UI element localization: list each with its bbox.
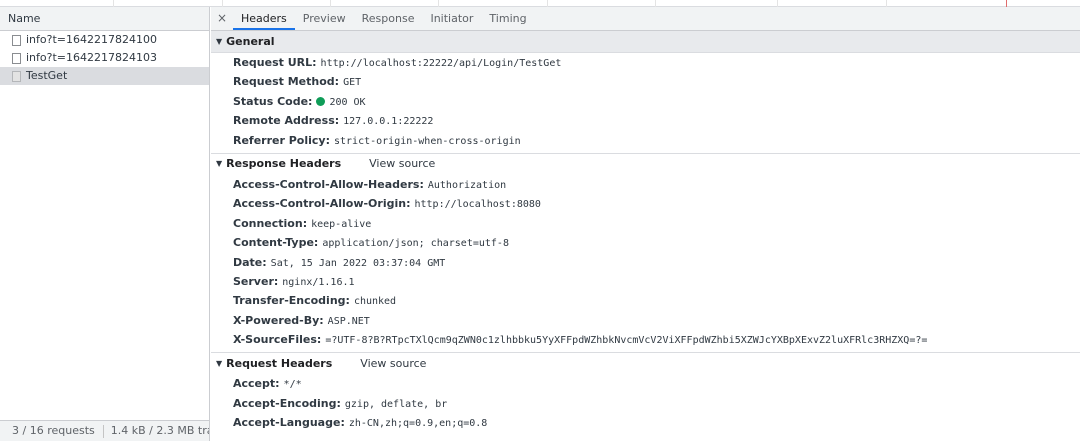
- request-details-pane: × Headers Preview Response Initiator Tim…: [211, 7, 1080, 441]
- header-name: Request URL:: [233, 56, 317, 69]
- header-value: http://localhost:8080: [414, 199, 541, 211]
- header-name: X-SourceFiles:: [233, 333, 322, 347]
- waterfall-strip: [0, 0, 1080, 7]
- header-value: */*: [283, 379, 302, 391]
- header-row: Accept-Encoding: gzip, deflate, br: [211, 394, 1080, 413]
- header-row: Remote Address: 127.0.0.1:22222: [211, 111, 1080, 130]
- triangle-down-icon: ▼: [216, 36, 223, 46]
- header-row: Status Code: 200 OK: [211, 92, 1080, 111]
- status-ok-icon: [316, 96, 326, 106]
- header-name: Content-Type:: [233, 236, 319, 250]
- section-title: Response Headers: [226, 157, 342, 171]
- tab-initiator[interactable]: Initiator: [422, 7, 481, 30]
- header-value: Authorization: [427, 179, 507, 191]
- triangle-down-icon: ▼: [216, 159, 223, 169]
- document-icon: [12, 34, 21, 46]
- request-name: info?t=1642217824103: [26, 51, 157, 64]
- header-value: application/json; charset=utf-8: [322, 238, 509, 250]
- tab-response[interactable]: Response: [354, 7, 423, 30]
- waterfall-gridline: [113, 0, 114, 7]
- header-row: X-SourceFiles: =?UTF-8?B?RTpcTXlQcm9qZWN0…: [211, 330, 1080, 349]
- tab-headers[interactable]: Headers: [233, 7, 295, 30]
- header-name: Connection:: [233, 216, 308, 230]
- header-row: Request Method: GET: [211, 72, 1080, 91]
- header-row: Server: nginx/1.16.1: [211, 272, 1080, 291]
- waterfall-gridline: [777, 0, 778, 7]
- header-name: X-Powered-By:: [233, 313, 324, 327]
- header-row: X-Powered-By: ASP.NET: [211, 311, 1080, 330]
- header-value: GET: [343, 77, 362, 89]
- name-column-header[interactable]: Name: [0, 7, 209, 31]
- request-count: 3 / 16 requests: [12, 424, 95, 437]
- header-value: =?UTF-8?B?RTpcTXlQcm9qZWN0c1zlhbbku5YyXF…: [325, 335, 928, 347]
- header-row: Content-Type: application/json; charset=u…: [211, 233, 1080, 252]
- header-value: 127.0.0.1:22222: [343, 116, 434, 128]
- triangle-down-icon: ▼: [216, 358, 223, 368]
- document-icon: [12, 52, 21, 64]
- header-name: Accept-Encoding:: [233, 396, 341, 410]
- header-name: Request Method:: [233, 75, 340, 89]
- document-icon: [12, 70, 21, 82]
- header-row: Accept: */*: [211, 374, 1080, 393]
- request-name: TestGet: [26, 69, 68, 82]
- tab-preview[interactable]: Preview: [295, 7, 354, 30]
- header-value: 200 OK: [329, 96, 366, 108]
- request-row-selected[interactable]: TestGet: [0, 67, 209, 85]
- waterfall-gridline: [655, 0, 656, 7]
- section-title: Request Headers: [226, 356, 333, 370]
- header-name: Transfer-Encoding:: [233, 294, 350, 308]
- network-summary-bar: 3 / 16 requests 1.4 kB / 2.3 MB transfer: [0, 420, 209, 441]
- waterfall-gridline: [330, 0, 331, 7]
- waterfall-gridline: [886, 0, 887, 7]
- header-value: keep-alive: [311, 218, 372, 230]
- header-row: Request URL: http://localhost:22222/api/L…: [211, 53, 1080, 72]
- view-source-link[interactable]: View source: [360, 353, 426, 375]
- header-value: http://localhost:22222/api/Login/TestGet: [320, 58, 562, 69]
- header-name: Status Code:: [233, 94, 313, 108]
- header-name: Accept:: [233, 377, 280, 391]
- request-row[interactable]: info?t=1642217824100: [0, 31, 209, 49]
- transfer-size: 1.4 kB / 2.3 MB transfer: [110, 424, 209, 437]
- header-row: Connection: keep-alive: [211, 214, 1080, 233]
- request-name: info?t=1642217824100: [26, 33, 157, 46]
- header-name: Access-Control-Allow-Headers:: [233, 177, 424, 191]
- header-value: nginx/1.16.1: [282, 276, 355, 288]
- header-value: strict-origin-when-cross-origin: [334, 135, 521, 147]
- request-row[interactable]: info?t=1642217824103: [0, 49, 209, 67]
- tab-timing[interactable]: Timing: [481, 7, 534, 30]
- request-headers-section-header[interactable]: ▼ Request Headers View source: [211, 352, 1080, 374]
- header-name: Access-Control-Allow-Origin:: [233, 197, 411, 211]
- section-title: General: [226, 34, 275, 48]
- request-list-pane: Name info?t=1642217824100 info?t=1642217…: [0, 7, 210, 441]
- waterfall-gridline: [547, 0, 548, 7]
- header-row: Access-Control-Allow-Origin: http://local…: [211, 194, 1080, 213]
- waterfall-gridline: [438, 0, 439, 7]
- header-row: Access-Control-Allow-Headers: Authorizati…: [211, 175, 1080, 194]
- load-event-marker: [1006, 0, 1007, 7]
- details-tab-bar: × Headers Preview Response Initiator Tim…: [211, 7, 1080, 31]
- header-row: Date: Sat, 15 Jan 2022 03:37:04 GMT: [211, 253, 1080, 272]
- header-value: ASP.NET: [327, 315, 370, 327]
- response-headers-section-header[interactable]: ▼ Response Headers View source: [211, 152, 1080, 175]
- summary-divider: [102, 424, 104, 438]
- waterfall-gridline: [222, 0, 223, 7]
- header-name: Remote Address:: [233, 114, 340, 128]
- header-row: Accept-Language: zh-CN,zh;q=0.9,en;q=0.8: [211, 413, 1080, 432]
- general-section-header[interactable]: ▼ General: [211, 31, 1080, 53]
- header-name: Date:: [233, 255, 267, 269]
- close-icon[interactable]: ×: [215, 7, 229, 30]
- header-value: Sat, 15 Jan 2022 03:37:04 GMT: [270, 257, 446, 269]
- header-value: zh-CN,zh;q=0.9,en;q=0.8: [348, 418, 488, 430]
- header-value: gzip, deflate, br: [344, 398, 448, 410]
- header-name: Server:: [233, 274, 279, 288]
- header-name: Referrer Policy:: [233, 133, 330, 147]
- view-source-link[interactable]: View source: [369, 153, 435, 175]
- header-row: Transfer-Encoding: chunked: [211, 291, 1080, 310]
- header-value: chunked: [353, 296, 397, 308]
- header-name: Accept-Language:: [233, 416, 345, 430]
- header-row: Referrer Policy: strict-origin-when-cross…: [211, 131, 1080, 150]
